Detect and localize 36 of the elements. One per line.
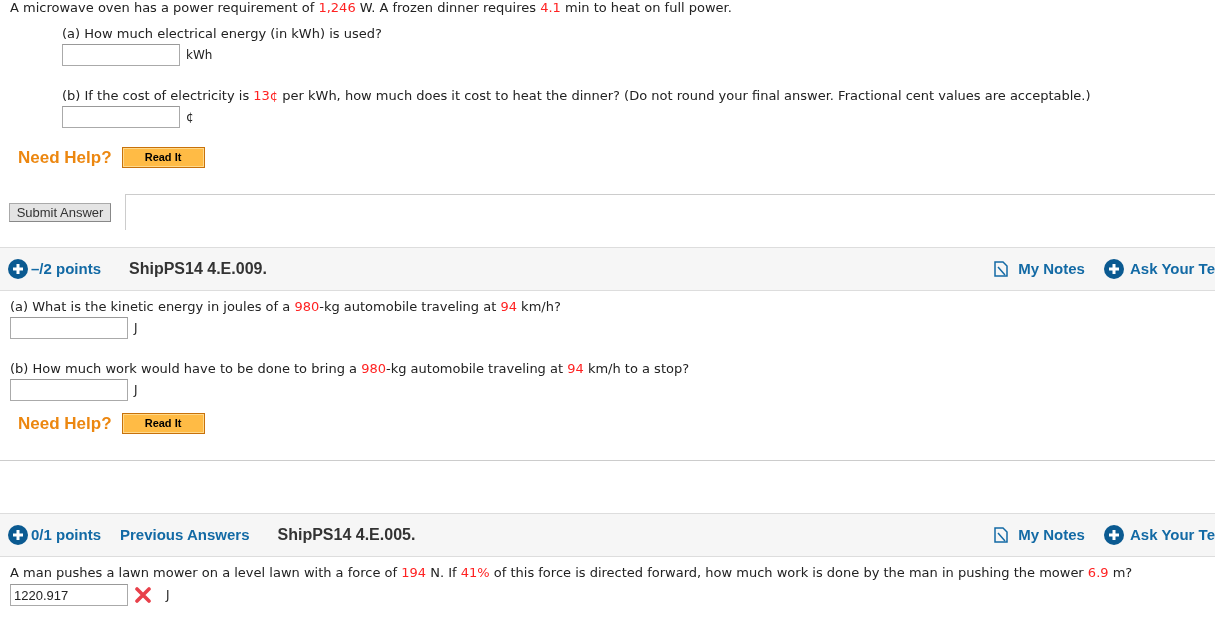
answer-field[interactable] <box>10 379 128 401</box>
unit-label: J <box>166 587 170 603</box>
points-label: 0/1 points <box>31 526 101 544</box>
read-it-button[interactable]: Read It <box>121 413 205 434</box>
read-it-button[interactable]: Read It <box>121 147 205 168</box>
answer-field[interactable]: 1220.917 <box>10 584 128 606</box>
answer-field[interactable] <box>62 106 180 128</box>
question-text: (a) How much electrical energy (in kWh) is used? <box>62 26 383 42</box>
question-text: (b) How much work would have to be done to bring a 980-kg automobile traveling at 94 km/h to a stop? <box>10 361 691 377</box>
plus-icon[interactable] <box>1103 259 1124 279</box>
ask-link[interactable]: Ask Your Te <box>1129 526 1215 544</box>
need-help-label: Need Help? <box>18 413 112 434</box>
points-label: –/2 points <box>31 260 101 278</box>
question-code: ShipPS14 4.E.009. <box>129 260 267 278</box>
answer-field[interactable] <box>10 317 128 339</box>
unit-label: kWh <box>186 47 213 63</box>
question-text: (b) If the cost of electricity is 13¢ per kWh, how much does it cost to heat the dinner? (Do not round your final answer. Fractional cent values are acceptable.) <box>62 88 1092 104</box>
document-icon[interactable] <box>994 261 1009 277</box>
unit-label: J <box>134 382 138 398</box>
document-icon[interactable] <box>994 527 1009 543</box>
question-text: A microwave oven has a power requirement of 1,246 W. A frozen dinner requires 4.1 min to heat on full power. <box>9 0 733 16</box>
previous-answers-link[interactable]: Previous Answers <box>120 526 250 544</box>
question-text: A man pushes a lawn mower on a level lawn with a force of 194 N. If 41% of this force is directed forward, how much work is done by the man in pushing the mower 6.9 m? <box>10 565 1134 581</box>
ask-link[interactable]: Ask Your Te <box>1129 260 1215 278</box>
plus-icon[interactable] <box>8 525 28 545</box>
my-notes-link[interactable]: My Notes <box>1018 260 1085 278</box>
my-notes-link[interactable]: My Notes <box>1018 526 1085 544</box>
unit-label: J <box>134 320 138 336</box>
submit-button[interactable]: Submit Answer <box>9 203 111 222</box>
unit-label: ¢ <box>186 109 194 125</box>
question-code: ShipPS14 4.E.005. <box>277 526 416 544</box>
question-text: (a) What is the kinetic energy in joules of a 980-kg automobile traveling at 94 km/h? <box>10 299 562 315</box>
need-help-label: Need Help? <box>18 147 112 168</box>
plus-icon[interactable] <box>1103 525 1124 545</box>
answer-field[interactable] <box>62 44 180 66</box>
plus-icon[interactable] <box>8 259 28 279</box>
